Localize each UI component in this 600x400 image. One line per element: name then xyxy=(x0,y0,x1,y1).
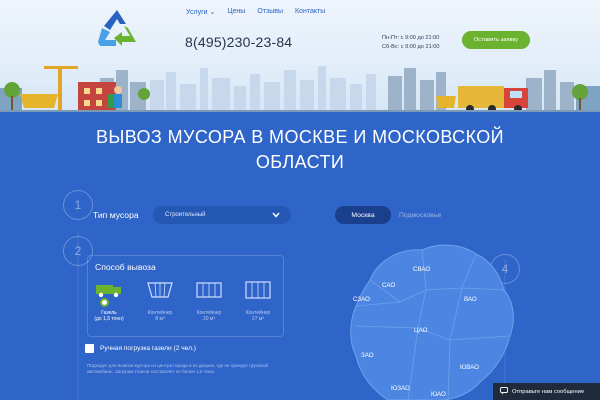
region-toggle: Москва Подмосковье xyxy=(335,206,441,224)
chat-label: Отправьте нам сообщение xyxy=(512,388,585,395)
chevron-down-icon: ⌄ xyxy=(209,9,216,16)
transport-option-container-27[interactable]: Контейнер 27 м³ xyxy=(236,280,280,322)
truck-icon xyxy=(95,280,123,300)
district-yuao[interactable]: ЮАО xyxy=(431,391,446,398)
nav-prices[interactable]: Цены xyxy=(227,8,245,16)
nav-contacts[interactable]: Контакты xyxy=(295,8,325,16)
nav-services[interactable]: Услуги ⌄ xyxy=(186,8,215,16)
region-oblast-tab[interactable]: Подмосковье xyxy=(399,212,441,219)
working-hours: Пн-Пт: с 9:00 до 21:00 Сб-Вс: с 9:00 до … xyxy=(382,34,439,52)
site-header: Услуги ⌄ Цены Отзывы Контакты 8(495)230-… xyxy=(0,0,600,112)
transport-option-gazelle[interactable]: Газель (до 1,5 тонн) xyxy=(87,280,131,322)
phone-number[interactable]: 8(495)230-23-84 xyxy=(185,34,292,50)
transport-title: Способ вывоза xyxy=(95,262,156,272)
container-icon xyxy=(146,280,174,300)
transport-option-capacity: 27 м³ xyxy=(251,316,265,322)
recycle-logo[interactable] xyxy=(96,8,138,48)
hours-weekend: Сб-Вс: с 9:00 до 21:00 xyxy=(382,44,440,50)
district-sao[interactable]: САО xyxy=(382,282,395,289)
moscow-district-map: СВАО САО СЗАО ВАО ЦАО ЗАО ЮВАО ЮЗАО ЮАО xyxy=(330,230,545,400)
district-szao[interactable]: СЗАО xyxy=(353,296,370,303)
hours-weekday: Пн-Пт: с 9:00 до 21:00 xyxy=(382,35,440,41)
manual-loading-checkbox[interactable] xyxy=(85,344,94,353)
manual-loading-option[interactable]: Ручная погрузка газели (2 чел.) xyxy=(85,344,196,353)
transport-note: Подходит для вывоза мусора из центра гор… xyxy=(87,363,268,374)
transport-option-container-20[interactable]: Контейнер 20 м³ xyxy=(187,280,231,322)
district-vao[interactable]: ВАО xyxy=(464,296,477,303)
district-svao[interactable]: СВАО xyxy=(413,266,430,273)
waste-type-label: Тип мусора xyxy=(93,210,139,220)
chat-bubble-icon xyxy=(500,386,508,397)
city-skyline-illustration xyxy=(0,66,600,112)
step-1-indicator: 1 xyxy=(63,190,93,220)
transport-option-container-8[interactable]: Контейнер 8 м³ xyxy=(138,280,182,322)
district-yuvao[interactable]: ЮВАО xyxy=(460,364,479,371)
region-moscow-tab[interactable]: Москва xyxy=(335,206,391,224)
request-button[interactable]: Оставить заявку xyxy=(462,31,530,49)
main-nav: Услуги ⌄ Цены Отзывы Контакты xyxy=(186,8,325,16)
nav-services-label: Услуги xyxy=(186,9,208,16)
page-title-line-2: ОБЛАСТИ xyxy=(255,152,345,172)
manual-loading-label: Ручная погрузка газели (2 чел.) xyxy=(100,345,196,352)
selected-radio[interactable] xyxy=(100,298,109,307)
map-shape xyxy=(350,244,514,400)
waste-type-value: Строительный xyxy=(165,212,206,218)
container-icon xyxy=(195,280,223,300)
district-cao[interactable]: ЦАО xyxy=(414,327,427,334)
waste-type-select[interactable]: Строительный xyxy=(153,206,291,224)
page-title: ВЫВОЗ МУСОРА В МОСКВЕ И МОСКОВСКОЙ ОБЛАС… xyxy=(60,125,540,175)
container-icon xyxy=(244,280,272,300)
transport-option-capacity: 20 м³ xyxy=(202,316,216,322)
district-yuzao[interactable]: ЮЗАО xyxy=(391,385,410,392)
page-title-line-1: ВЫВОЗ МУСОРА В МОСКВЕ И МОСКОВСКОЙ xyxy=(95,127,504,147)
chat-widget[interactable]: Отправьте нам сообщение xyxy=(493,383,600,400)
transport-option-capacity: 8 м³ xyxy=(155,316,165,322)
nav-reviews[interactable]: Отзывы xyxy=(257,8,283,16)
district-zao[interactable]: ЗАО xyxy=(361,352,374,359)
transport-option-capacity: (до 1,5 тонн) xyxy=(94,316,124,322)
chevron-down-icon xyxy=(272,212,280,218)
